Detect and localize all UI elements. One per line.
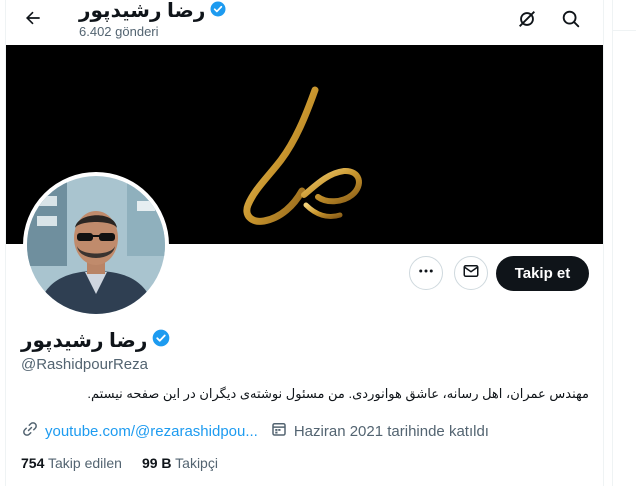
profile-column: رضا رشیدپور 6.402 gönderi Takip et رضا ر… [5, 0, 604, 486]
profile-meta: youtube.com/@rezarashidpou... Haziran 20… [21, 420, 489, 442]
profile-bio: مهندس عمران، اهل رسانه، عاشق هوانوردی. م… [87, 386, 589, 401]
verified-badge-icon [209, 0, 227, 23]
link-icon [21, 420, 39, 442]
posts-count: 6.402 gönderi [79, 24, 159, 39]
more-button[interactable] [409, 256, 443, 290]
avatar[interactable] [23, 172, 169, 318]
message-button[interactable] [454, 256, 488, 290]
followers-stat[interactable]: 99 B Takipçi [142, 455, 218, 471]
grok-icon[interactable] [516, 8, 538, 30]
more-icon [417, 262, 435, 285]
profile-handle: @RashidpourReza [21, 356, 148, 373]
verified-badge-icon [151, 328, 171, 353]
joined-date: Haziran 2021 tarihinde katıldı [293, 422, 489, 440]
search-icon[interactable] [560, 8, 582, 30]
followers-count: 99 B [141, 455, 172, 471]
header-title: رضا رشیدپور [79, 0, 206, 22]
profile-name-row: رضا رشیدپور [21, 328, 171, 353]
follow-button[interactable]: Takip et [496, 256, 589, 291]
followers-label: Takipçi [175, 455, 218, 471]
following-count: 754 [21, 455, 45, 471]
back-arrow-icon[interactable] [23, 8, 43, 28]
following-stat[interactable]: 754 Takip edilen [21, 455, 122, 471]
profile-link[interactable]: youtube.com/@rezarashidpou... [45, 423, 258, 440]
following-label: Takip edilen [48, 455, 122, 471]
message-icon [462, 262, 480, 285]
header-title-row: رضا رشیدپور [79, 0, 227, 22]
profile-stats: 754 Takip edilen 99 B Takipçi [21, 455, 218, 471]
profile-display-name: رضا رشیدپور [21, 330, 148, 352]
calendar-icon [270, 420, 288, 442]
adjacent-panel-edge [612, 0, 636, 486]
top-bar: رضا رشیدپور 6.402 gönderi [6, 0, 603, 45]
